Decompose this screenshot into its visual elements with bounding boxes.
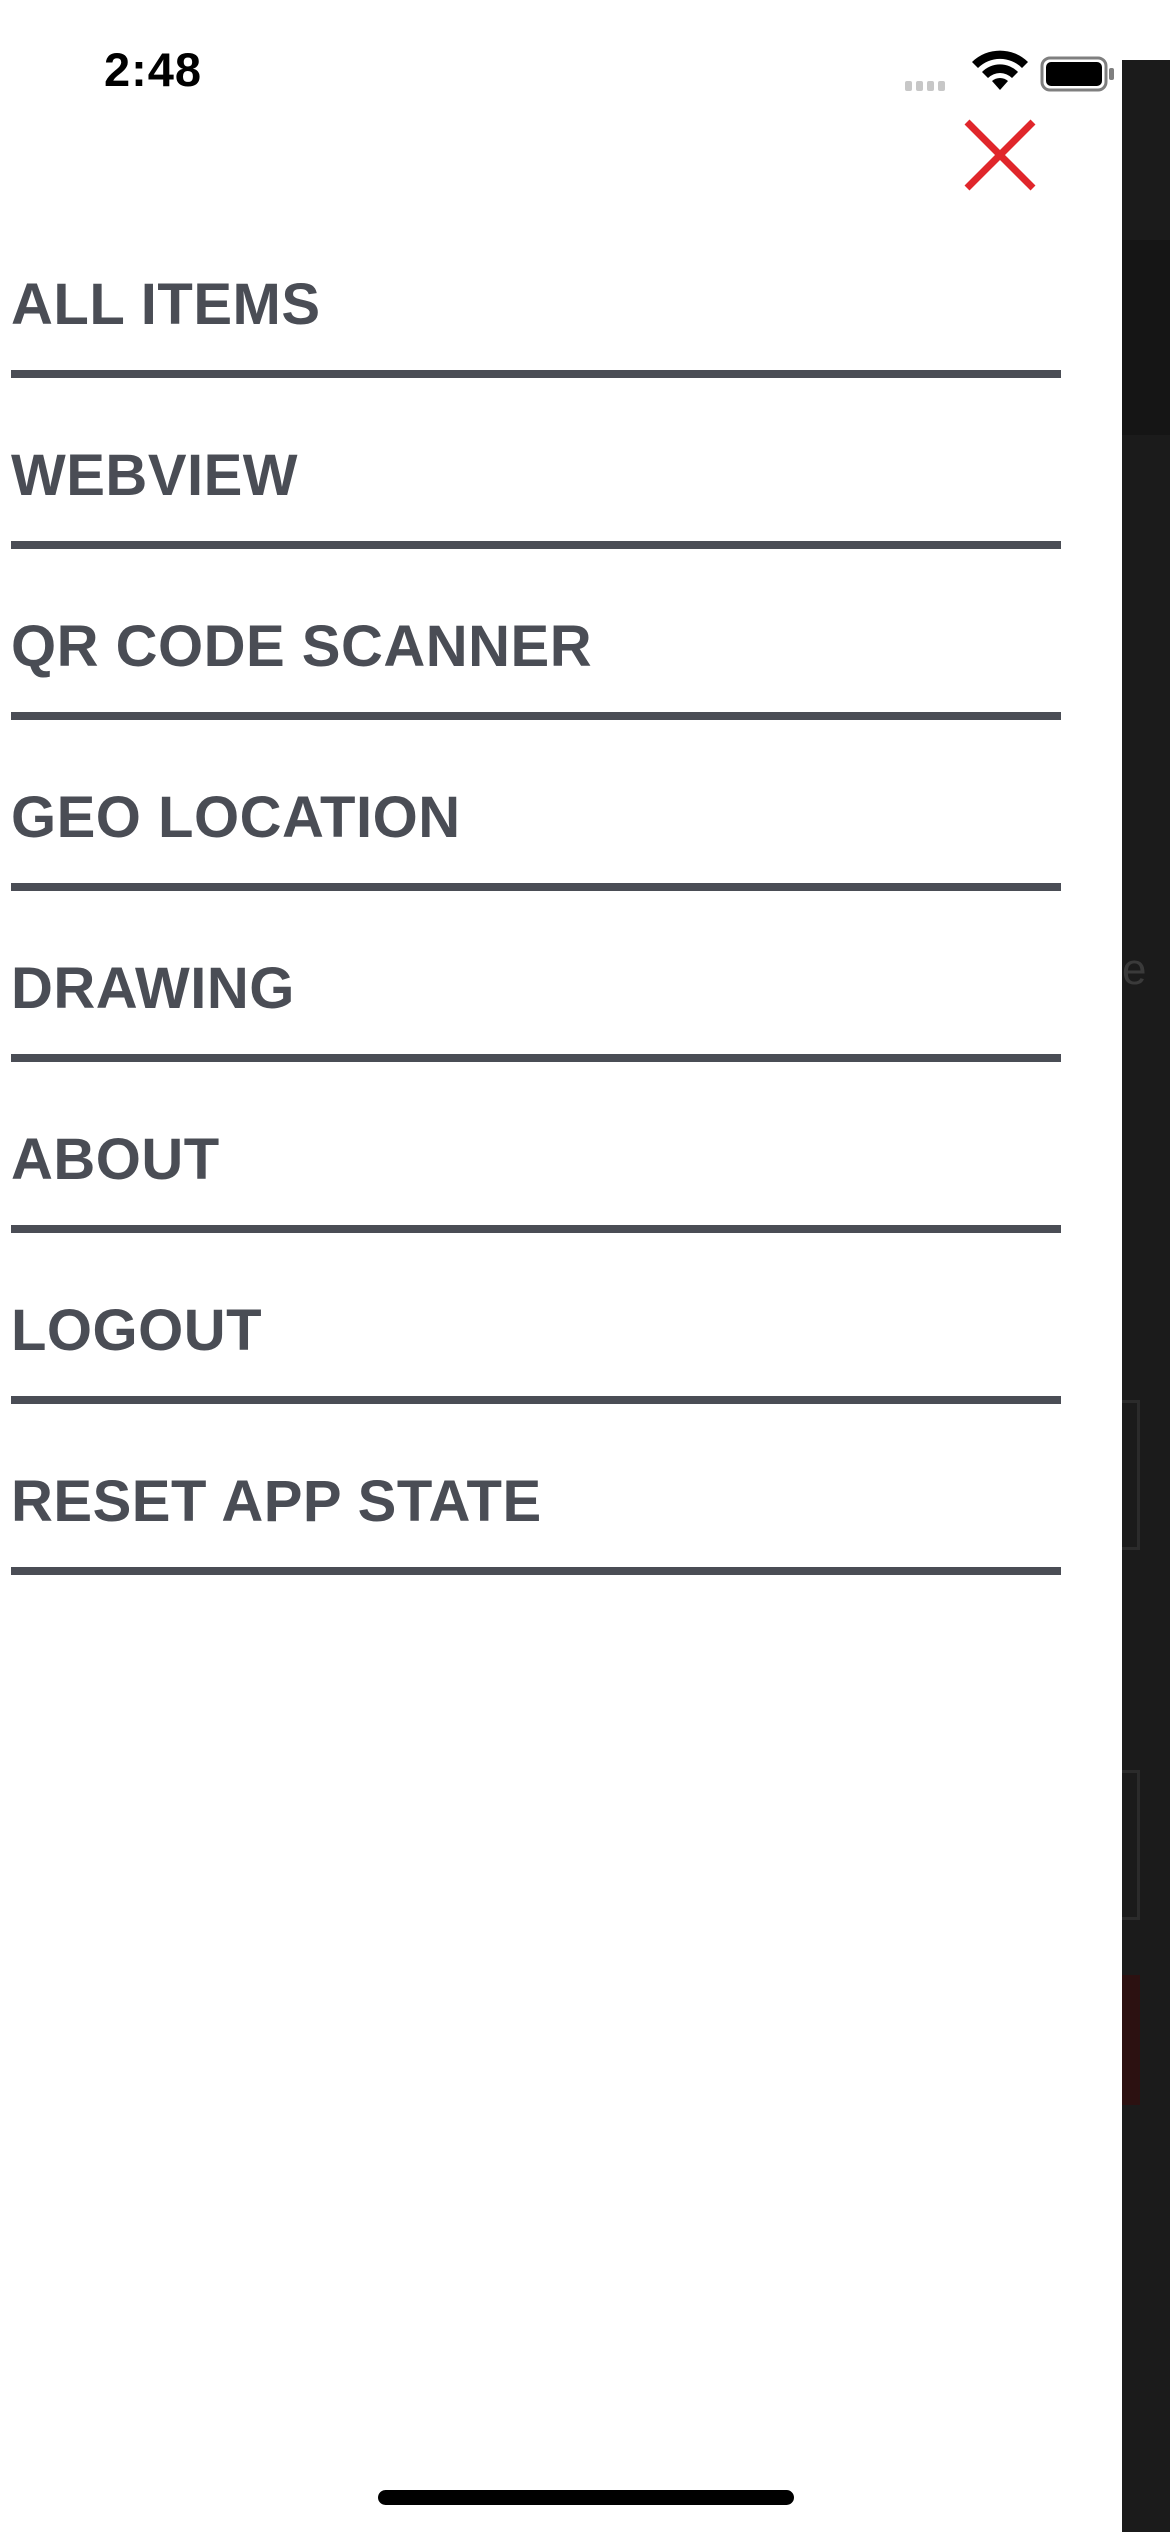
status-time: 2:48 [104, 43, 203, 96]
dimmed-app-backdrop[interactable]: e [1122, 60, 1170, 2532]
backdrop-field-2 [1122, 1770, 1140, 1920]
battery-icon [1040, 56, 1114, 92]
menu-item-webview[interactable]: WEBVIEW [0, 408, 1122, 579]
screen: e 2:48 ALL ITEMS WEBVIEW QR CODE SCANNER… [0, 0, 1170, 2532]
menu-item-geo-location[interactable]: GEO LOCATION [0, 750, 1122, 921]
menu-item-all-items[interactable]: ALL ITEMS [0, 237, 1122, 408]
menu-item-drawing[interactable]: DRAWING [0, 921, 1122, 1092]
cellular-signal-icon [905, 78, 949, 96]
wifi-icon [972, 50, 1028, 90]
backdrop-field-1 [1122, 1400, 1140, 1550]
menu-divider [11, 883, 1061, 891]
menu-item-label: DRAWING [11, 956, 295, 1021]
menu-item-label: ABOUT [11, 1127, 220, 1192]
menu-divider [11, 712, 1061, 720]
menu-item-qr-code-scanner[interactable]: QR CODE SCANNER [0, 579, 1122, 750]
menu-item-label: GEO LOCATION [11, 785, 461, 850]
menu-item-reset-app-state[interactable]: RESET APP STATE [0, 1434, 1122, 1605]
menu-item-label: LOGOUT [11, 1298, 263, 1363]
close-icon [964, 119, 1036, 191]
menu-item-label: ALL ITEMS [11, 272, 321, 337]
menu-divider [11, 1054, 1061, 1062]
menu-item-about[interactable]: ABOUT [0, 1092, 1122, 1263]
menu-item-logout[interactable]: LOGOUT [0, 1263, 1122, 1434]
menu-divider [11, 1567, 1061, 1575]
menu-divider [11, 370, 1061, 378]
close-button[interactable] [955, 110, 1045, 200]
home-indicator[interactable] [378, 2490, 794, 2505]
menu-item-label: RESET APP STATE [11, 1469, 542, 1534]
drawer-menu: ALL ITEMS WEBVIEW QR CODE SCANNER GEO LO… [0, 237, 1122, 1605]
menu-divider [11, 1396, 1061, 1404]
menu-item-label: QR CODE SCANNER [11, 614, 593, 679]
backdrop-partial-text: e [1122, 945, 1147, 994]
menu-item-label: WEBVIEW [11, 443, 299, 508]
menu-divider [11, 1225, 1061, 1233]
menu-divider [11, 541, 1061, 549]
backdrop-button [1122, 1975, 1140, 2105]
status-bar: 2:48 [0, 0, 1122, 150]
backdrop-header-band [1122, 240, 1170, 435]
